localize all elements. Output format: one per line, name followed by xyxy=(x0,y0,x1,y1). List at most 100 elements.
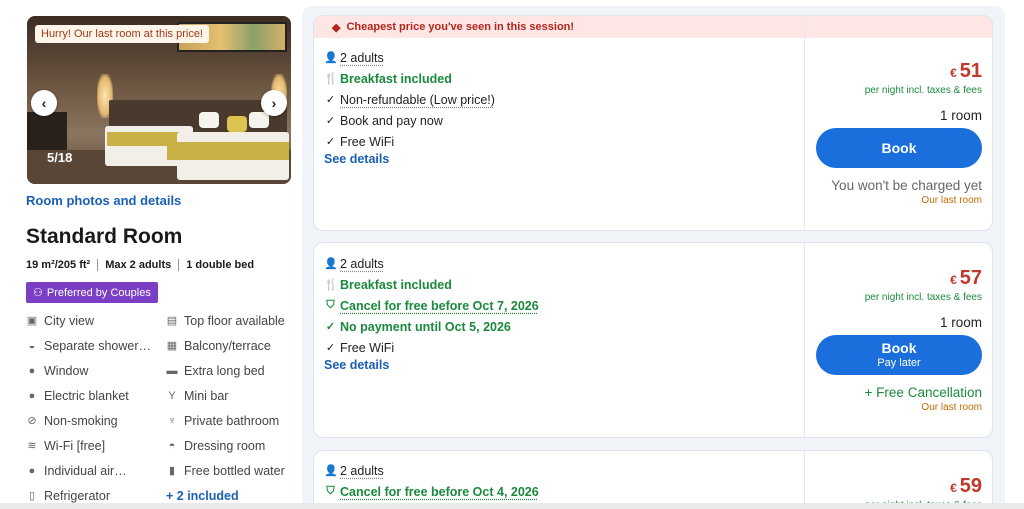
amenity-label: Extra long bed xyxy=(184,363,265,378)
water-bottle-icon: ▮ xyxy=(168,465,176,477)
book-button[interactable]: Book xyxy=(816,128,982,168)
amenity-item: ▯ Refrigerator xyxy=(26,487,166,504)
occupancy: 👤 2 adults xyxy=(324,47,495,68)
feature-breakfast: 🍴 Breakfast included xyxy=(324,274,539,295)
amenity-label: Electric blanket xyxy=(44,388,129,403)
horizontal-scrollbar[interactable] xyxy=(0,503,1024,509)
amenity-item: ▦ Balcony/terrace xyxy=(166,337,306,354)
amenity-label: Top floor available xyxy=(184,313,285,328)
no-smoking-icon: ⊘ xyxy=(27,415,37,427)
amenity-label: Mini bar xyxy=(184,388,229,403)
divider xyxy=(804,451,805,509)
feature-free-cancellation: ⛉ Cancel for free before Oct 7, 2026 xyxy=(324,295,539,316)
person-icon: 👤 xyxy=(324,465,338,477)
amenity-label: Separate shower… xyxy=(44,338,152,353)
amenity-item: ▣ City view xyxy=(26,312,166,329)
prev-photo-button[interactable]: ‹ xyxy=(31,90,57,116)
more-amenities-link[interactable]: + 2 included xyxy=(166,487,306,504)
offer-pricing: €51 per night incl. taxes & fees 1 room … xyxy=(814,60,982,206)
room-count[interactable]: 1 room xyxy=(814,315,982,330)
offer-pricing: €57 per night incl. taxes & fees 1 room … xyxy=(814,267,982,413)
fork-knife-icon: 🍴 xyxy=(324,279,338,291)
tag-icon: ◆ xyxy=(332,21,341,34)
last-room-note: Our last room xyxy=(921,195,982,206)
feature-label[interactable]: Non-refundable (Low price!) xyxy=(340,93,495,107)
check-icon: ✓ xyxy=(325,115,336,127)
occupancy: 👤 2 adults xyxy=(324,460,539,481)
shield-check-icon: ⛉ xyxy=(326,299,335,311)
air-conditioning-icon: ● xyxy=(28,464,36,477)
room-count[interactable]: 1 room xyxy=(814,108,982,123)
person-icon: 👤 xyxy=(324,52,338,64)
check-icon: ✓ xyxy=(325,342,336,354)
amenity-label: Window xyxy=(44,363,89,378)
amenities-list: ▣ City view ▤ Top floor available ◒ Separat… xyxy=(26,312,306,504)
feature-label: Free WiFi xyxy=(340,134,395,149)
feature-breakfast: 🍴 Breakfast included xyxy=(324,68,495,89)
amenity-label: Dressing room xyxy=(184,438,266,453)
book-pay-later-button[interactable]: Book Pay later xyxy=(816,335,982,375)
price: €59 xyxy=(814,475,982,498)
person-icon: 👤 xyxy=(324,258,338,270)
room-size: 19 m²/205 ft² xyxy=(26,259,91,271)
feature-label: Free WiFi xyxy=(340,340,395,355)
room-photos-link[interactable]: Room photos and details xyxy=(26,193,181,208)
amenity-item: ● Electric blanket xyxy=(26,387,166,404)
offer-features: 👤 2 adults 🍴 Breakfast included ⛉ Cancel fo… xyxy=(324,253,539,373)
currency: € xyxy=(950,273,957,287)
photo-counter: 5/18 xyxy=(47,150,73,165)
room-panel: Hurry! Our last room at this price! ‹ › … xyxy=(14,4,304,509)
amenity-label: Free bottled water xyxy=(184,463,285,478)
currency: € xyxy=(950,481,957,495)
couple-icon: ⚇ xyxy=(33,287,43,299)
feature-wifi: ✓ Free WiFi xyxy=(324,337,539,358)
amenity-item: ● Individual air… xyxy=(26,462,166,479)
currency: € xyxy=(950,66,957,80)
next-photo-button[interactable]: › xyxy=(261,90,287,116)
not-charged-note: You won't be charged yet xyxy=(831,178,982,193)
amenity-label: City view xyxy=(44,313,95,328)
feature-label[interactable]: Cancel for free before Oct 4, 2026 xyxy=(340,485,539,499)
minibar-icon: Y xyxy=(168,389,176,402)
divider xyxy=(804,16,805,230)
room-photo[interactable]: Hurry! Our last room at this price! ‹ › … xyxy=(27,16,291,184)
amenity-item: ≋ Wi-Fi [free] xyxy=(26,437,166,454)
offer-card: 👤 2 adults ⛉ Cancel for free before Oct 4,… xyxy=(313,450,993,509)
feature-free-cancellation: ⛉ Cancel for free before Oct 4, 2026 xyxy=(324,481,539,502)
offer-features: 👤 2 adults ⛉ Cancel for free before Oct 4,… xyxy=(324,460,539,502)
bed-type: 1 double bed xyxy=(186,259,255,271)
occupancy-label[interactable]: 2 adults xyxy=(340,51,384,65)
feature-label[interactable]: Cancel for free before Oct 7, 2026 xyxy=(340,299,539,313)
pillow xyxy=(199,112,219,128)
amenity-label: Refrigerator xyxy=(44,488,110,503)
amenity-item: ▬ Extra long bed xyxy=(166,362,306,379)
feature-label: Breakfast included xyxy=(340,71,452,86)
see-details-link[interactable]: See details xyxy=(324,358,539,372)
feature-non-refundable: ✓ Non-refundable (Low price!) xyxy=(324,89,495,110)
preferred-by-couples-badge: ⚇ Preferred by Couples xyxy=(26,282,158,303)
amenity-item: ♆ Private bathroom xyxy=(166,412,306,429)
occupancy: 👤 2 adults xyxy=(324,253,539,274)
feature-wifi: ✓ Free WiFi xyxy=(324,131,495,152)
check-icon: ✓ xyxy=(325,321,336,333)
divider xyxy=(178,259,180,271)
bed-runner-right xyxy=(167,142,289,160)
cheapest-price-banner: ◆ Cheapest price you've seen in this ses… xyxy=(314,16,992,38)
banner-text: Cheapest price you've seen in this sessi… xyxy=(346,21,575,33)
shower-icon: ◒ xyxy=(28,339,36,352)
amenity-item: ▤ Top floor available xyxy=(166,312,306,329)
amenity-label: Wi-Fi [free] xyxy=(44,438,106,453)
divider xyxy=(97,259,99,271)
blanket-icon: ● xyxy=(28,389,36,402)
price: €57 xyxy=(814,267,982,290)
amenity-label: Private bathroom xyxy=(184,413,280,428)
pillow xyxy=(227,116,247,132)
check-icon: ✓ xyxy=(325,94,336,106)
offer-features: 👤 2 adults 🍴 Breakfast included ✓ Non-refun… xyxy=(324,47,495,167)
occupancy-label[interactable]: 2 adults xyxy=(340,464,384,478)
room-title: Standard Room xyxy=(26,225,183,248)
occupancy-label[interactable]: 2 adults xyxy=(340,257,384,271)
see-details-link[interactable]: See details xyxy=(324,152,495,166)
wifi-icon: ≋ xyxy=(27,440,37,452)
amenity-item: ⊘ Non-smoking xyxy=(26,412,166,429)
